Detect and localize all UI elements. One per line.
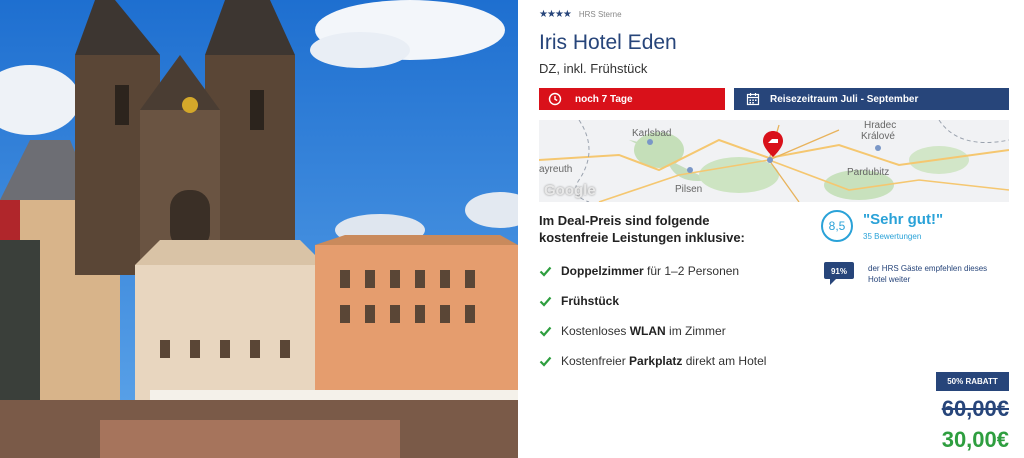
room-info: DZ, inkl. Frühstück [539, 61, 648, 76]
item-rest: für 1–2 Personen [643, 264, 740, 278]
item-strong: Parkplatz [629, 354, 683, 368]
prague-old-town-photo [0, 0, 518, 458]
item-rest: im Zimmer [665, 324, 726, 338]
list-item: Kostenloses WLAN im Zimmer [539, 316, 766, 346]
map-label-bayreuth: ayreuth [539, 164, 573, 175]
deal-panel: ★★★★ HRS Sterne Iris Hotel Eden DZ, inkl… [539, 0, 1009, 458]
list-item: Kostenfreier Parkplatz direkt am Hotel [539, 346, 766, 376]
check-icon [539, 355, 552, 368]
item-text: Kostenloses WLAN im Zimmer [561, 324, 726, 338]
old-price: 60,00€ [941, 396, 1009, 421]
remaining-days-text: noch 7 Tage [575, 93, 633, 105]
map-label-pilsen: Pilsen [675, 184, 703, 195]
google-logo: Google [544, 182, 596, 199]
list-item: Doppelzimmer für 1–2 Personen [539, 256, 766, 286]
map-label-karlsbad: Karlsbad [632, 128, 672, 139]
included-services-title: Im Deal-Preis sind folgende kostenfreie … [539, 213, 745, 245]
map-label-hradec: Hradec [864, 120, 897, 131]
calendar-icon [746, 92, 760, 106]
item-strong: Doppelzimmer [561, 264, 644, 278]
item-text: Kostenfreier Parkplatz direkt am Hotel [561, 354, 766, 368]
recommend-text: der HRS Gäste empfehlen dieses Hotel wei… [868, 264, 988, 284]
rating-count[interactable]: 35 Bewertungen [863, 232, 921, 241]
travel-period-text: Reisezeitraum Juli - September [770, 93, 919, 105]
star-icons: ★★★★ [539, 9, 572, 20]
hotel-rating-stars: ★★★★ HRS Sterne [539, 9, 622, 20]
list-item: Frühstück [539, 286, 766, 316]
item-strong: WLAN [629, 324, 666, 338]
check-icon [539, 265, 552, 278]
new-price: 30,00€ [941, 427, 1009, 452]
item-text: Frühstück [561, 294, 619, 308]
item-pre: Kostenfreier [561, 354, 630, 368]
item-text: Doppelzimmer für 1–2 Personen [561, 264, 739, 278]
hotel-photo[interactable] [0, 0, 518, 458]
map-label-kralove: Králové [861, 131, 895, 142]
location-map[interactable]: Karlsbad Hradec Králové Pardubitz Pilsen… [539, 120, 1009, 202]
item-rest: direkt am Hotel [682, 354, 767, 368]
item-pre: Kostenloses [561, 324, 630, 338]
travel-period-badge: Reisezeitraum Juli - September [734, 88, 1009, 110]
map-marker-icon[interactable] [762, 130, 784, 158]
clock-icon [548, 92, 562, 106]
check-icon [539, 325, 552, 338]
discount-badge: 50% RABATT [936, 372, 1009, 391]
hotel-name[interactable]: Iris Hotel Eden [539, 31, 677, 55]
rating-score: 8,5 [821, 210, 853, 242]
item-strong: Frühstück [561, 294, 620, 308]
recommend-percent: 91% [831, 267, 847, 276]
included-services-list: Doppelzimmer für 1–2 Personen Frühstück … [539, 256, 766, 376]
remaining-days-badge: noch 7 Tage [539, 88, 725, 110]
map-label-pardubitz: Pardubitz [847, 167, 890, 178]
rating-text: "Sehr gut!" [863, 211, 944, 228]
stars-label: HRS Sterne [578, 10, 622, 19]
check-icon [539, 295, 552, 308]
speech-bubble-icon: 91% [824, 262, 854, 285]
